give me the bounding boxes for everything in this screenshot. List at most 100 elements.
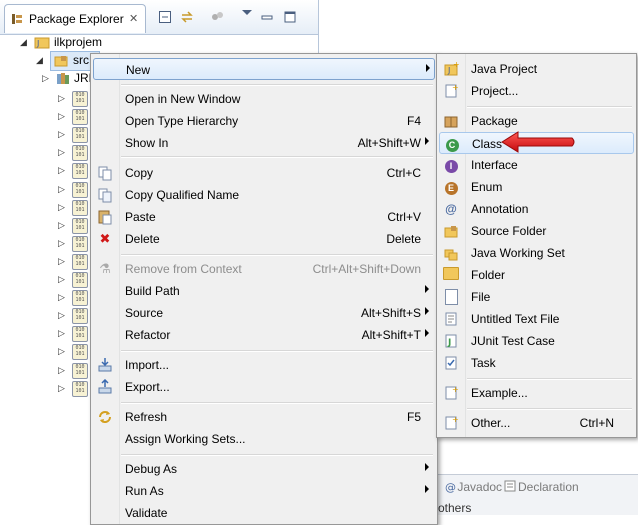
tree-item-jar[interactable]: ▷ 010 101	[58, 270, 88, 288]
menu-label: Folder	[471, 268, 506, 282]
collapse-toggle-icon[interactable]: ▷	[58, 361, 65, 379]
menu-item-delete[interactable]: ✖ Delete Delete	[93, 228, 433, 250]
menu-item-copy-qualified-name[interactable]: Copy Qualified Name	[93, 184, 433, 206]
collapse-toggle-icon[interactable]: ▷	[58, 270, 65, 288]
menu-shortcut: F5	[406, 410, 421, 424]
menu-item-paste[interactable]: Paste Ctrl+V	[93, 206, 433, 228]
menu-item-refactor[interactable]: Refactor Alt+Shift+T	[93, 324, 433, 346]
submenu-item-folder[interactable]: Folder	[439, 264, 632, 286]
collapse-toggle-icon[interactable]: ▷	[58, 234, 65, 252]
library-icon	[56, 71, 70, 90]
menu-item-run-as[interactable]: Run As	[93, 480, 433, 502]
folder-icon	[443, 267, 459, 283]
tree-item-jar[interactable]: ▷ 010 101	[58, 161, 88, 180]
submenu-item-source-folder[interactable]: Source Folder	[439, 220, 632, 242]
submenu-item-other[interactable]: + Other... Ctrl+N	[439, 412, 632, 434]
collapse-toggle-icon[interactable]: ▷	[58, 288, 65, 306]
tree-item-project[interactable]: ◢ J ilkprojem	[20, 33, 220, 51]
filters-icon[interactable]	[210, 10, 224, 24]
menu-item-source[interactable]: Source Alt+Shift+S	[93, 302, 433, 324]
submenu-item-enum[interactable]: E Enum	[439, 176, 632, 198]
tree-item-jar[interactable]: ▷ 010 101	[58, 216, 88, 234]
menu-item-debug-as[interactable]: Debug As	[93, 458, 433, 480]
submenu-item-package[interactable]: Package	[439, 110, 632, 132]
jar-icon: 010 101	[72, 253, 88, 270]
collapse-toggle-icon[interactable]: ▷	[58, 143, 65, 161]
collapse-toggle-icon[interactable]: ▷	[58, 306, 65, 324]
collapse-toggle-icon[interactable]: ▷	[58, 125, 65, 143]
tree-item-src[interactable]: ◢ src	[36, 51, 100, 71]
menu-label: Untitled Text File	[471, 312, 560, 326]
close-icon[interactable]: ✕	[129, 12, 138, 25]
maximize-icon[interactable]	[283, 10, 297, 24]
collapse-toggle-icon[interactable]: ▷	[58, 89, 65, 107]
submenu-item-example[interactable]: + Example...	[439, 382, 632, 404]
tree-item-jar[interactable]: ▷ 010 101	[58, 324, 88, 343]
submenu-item-file[interactable]: File	[439, 286, 632, 308]
tree-item-jar[interactable]: ▷ 010 101	[58, 342, 88, 361]
collapse-toggle-icon[interactable]: ▷	[58, 252, 65, 270]
submenu-item-java-project[interactable]: J + Java Project	[439, 58, 632, 80]
menu-label: Copy	[125, 166, 154, 180]
menu-item-open-in-new-window[interactable]: Open in New Window	[93, 88, 433, 110]
minimize-icon[interactable]	[260, 10, 274, 24]
expand-toggle-icon[interactable]: ◢	[20, 33, 27, 51]
collapse-toggle-icon[interactable]: ▷	[58, 342, 65, 360]
expand-toggle-icon[interactable]: ◢	[36, 51, 43, 69]
submenu-item-untitled-text-file[interactable]: Untitled Text File	[439, 308, 632, 330]
tab-package-explorer[interactable]: Package Explorer ✕	[4, 4, 146, 33]
tree-item-jar[interactable]: ▷ 010 101	[58, 252, 88, 270]
view-menu-icon[interactable]	[240, 7, 254, 21]
menu-item-validate[interactable]: Validate	[93, 502, 433, 524]
tree-item-jar[interactable]: ▷ 010 101	[58, 143, 88, 162]
tab-declaration[interactable]: Declaration	[518, 480, 579, 494]
tree-item-jar[interactable]: ▷ 010 101	[58, 125, 88, 144]
tree-item-jar[interactable]: ▷ 010 101	[58, 379, 88, 397]
enum-icon: E	[443, 179, 459, 195]
link-with-editor-icon[interactable]	[180, 10, 194, 24]
menu-item-assign-working-sets[interactable]: Assign Working Sets...	[93, 428, 433, 450]
tree-item-jar[interactable]: ▷ 010 101	[58, 180, 88, 198]
tree-item-jar[interactable]: ▷ 010 101	[58, 198, 88, 216]
jar-icon: 010 101	[72, 127, 88, 144]
submenu-item-project[interactable]: + Project...	[439, 80, 632, 102]
jar-icon: 010 101	[72, 362, 88, 379]
menu-item-export[interactable]: Export...	[93, 376, 433, 398]
menu-item-build-path[interactable]: Build Path	[93, 280, 433, 302]
menu-item-show-in[interactable]: Show In Alt+Shift+W	[93, 132, 433, 154]
collapse-toggle-icon[interactable]: ▷	[58, 107, 65, 125]
collapse-toggle-icon[interactable]: ▷	[58, 379, 65, 397]
tree-item-jar[interactable]: ▷ 010 101	[58, 234, 88, 252]
submenu-item-task[interactable]: Task	[439, 352, 632, 374]
tab-javadoc[interactable]: Javadoc	[444, 480, 502, 494]
tree-item-jar[interactable]: ▷ 010 101	[58, 306, 88, 325]
menu-item-copy[interactable]: Copy Ctrl+C	[93, 162, 433, 184]
collapse-toggle-icon[interactable]: ▷	[42, 69, 49, 87]
jar-icon: 010 101	[72, 145, 88, 162]
collapse-toggle-icon[interactable]: ▷	[58, 161, 65, 179]
tree-item-jar[interactable]: ▷ 010 101	[58, 107, 88, 126]
submenu-item-interface[interactable]: I Interface	[439, 154, 632, 176]
collapse-toggle-icon[interactable]: ▷	[58, 216, 65, 234]
menu-item-refresh[interactable]: Refresh F5	[93, 406, 433, 428]
menu-label: Annotation	[471, 202, 529, 216]
submenu-item-junit-test-case[interactable]: J JUnit Test Case	[439, 330, 632, 352]
tree-item-jar[interactable]: ▷ 010 101	[58, 89, 88, 107]
submenu-item-annotation[interactable]: @ Annotation	[439, 198, 632, 220]
menu-separator	[121, 156, 433, 158]
collapse-all-icon[interactable]	[158, 10, 172, 24]
tree-item-jar[interactable]: ▷ 010 101	[58, 288, 88, 307]
view-title: Package Explorer	[29, 12, 124, 26]
submenu-item-java-working-set[interactable]: Java Working Set	[439, 242, 632, 264]
collapse-toggle-icon[interactable]: ▷	[58, 324, 65, 342]
collapse-toggle-icon[interactable]: ▷	[58, 198, 65, 216]
menu-item-open-type-hierarchy[interactable]: Open Type Hierarchy F4	[93, 110, 433, 132]
tree-item-jar[interactable]: ▷ 010 101	[58, 361, 88, 379]
menu-item-import[interactable]: Import...	[93, 354, 433, 376]
submenu-arrow-icon	[425, 485, 429, 493]
submenu-arrow-icon	[426, 64, 430, 72]
collapse-toggle-icon[interactable]: ▷	[58, 180, 65, 198]
working-set-icon	[443, 245, 459, 261]
menu-item-new[interactable]: New	[93, 58, 435, 80]
menu-separator	[467, 106, 632, 108]
